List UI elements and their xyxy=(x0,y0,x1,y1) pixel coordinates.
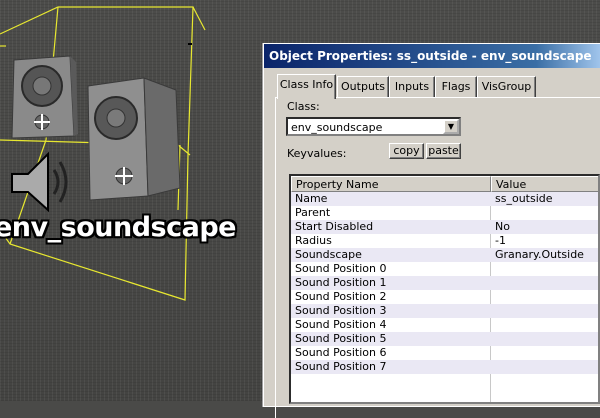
class-select-value: env_soundscape xyxy=(291,121,383,134)
keyvalues-label: Keyvalues: xyxy=(287,147,347,160)
speaker-model-right xyxy=(87,77,181,201)
property-name-cell: Soundscape xyxy=(295,248,362,261)
property-name-cell: Sound Position 2 xyxy=(295,290,387,303)
property-value-cell[interactable]: No xyxy=(495,220,510,234)
table-row[interactable]: Sound Position 6 xyxy=(291,346,598,360)
tab-flags[interactable]: Flags xyxy=(435,76,477,97)
class-select[interactable]: env_soundscape ▼ xyxy=(286,117,461,136)
table-row[interactable]: Sound Position 2 xyxy=(291,290,598,304)
tab-class-info[interactable]: Class Info xyxy=(277,74,336,99)
table-row[interactable]: Sound Position 0 xyxy=(291,262,598,276)
chevron-down-icon[interactable]: ▼ xyxy=(443,119,459,134)
property-name-cell: Sound Position 3 xyxy=(295,304,387,317)
table-row[interactable]: Sound Position 4 xyxy=(291,318,598,332)
table-row[interactable]: Start Disabled No xyxy=(291,220,598,234)
table-row[interactable]: Soundscape Granary.Outside xyxy=(291,248,598,262)
tab-label: Outputs xyxy=(341,80,385,93)
property-name-cell: Sound Position 7 xyxy=(295,360,387,373)
table-row[interactable]: Sound Position 7 xyxy=(291,360,598,374)
property-value-cell[interactable]: -1 xyxy=(495,234,506,248)
property-name-cell: Start Disabled xyxy=(295,220,374,233)
column-header-property-name[interactable]: Property Name xyxy=(291,176,491,192)
property-name-cell: Radius xyxy=(295,234,332,247)
property-name-cell: Sound Position 4 xyxy=(295,318,387,331)
copy-button[interactable]: copy xyxy=(389,143,424,159)
property-value-cell[interactable]: Granary.Outside xyxy=(495,248,584,262)
speaker-sound-icon xyxy=(11,151,68,213)
table-row[interactable]: Name ss_outside xyxy=(291,192,598,206)
property-name-cell: Name xyxy=(295,192,328,205)
property-name-cell: Parent xyxy=(295,206,331,219)
class-label: Class: xyxy=(287,100,320,113)
property-name-cell: Sound Position 1 xyxy=(295,276,387,289)
tab-outputs[interactable]: Outputs xyxy=(337,76,389,97)
tab-label: Inputs xyxy=(394,80,430,93)
table-row[interactable]: Radius -1 xyxy=(291,234,598,248)
property-name-cell: Sound Position 6 xyxy=(295,346,387,359)
tab-label: Flags xyxy=(441,80,471,93)
property-name-cell: Sound Position 5 xyxy=(295,332,387,345)
tab-visgroup[interactable]: VisGroup xyxy=(477,76,536,97)
dialog-title[interactable]: Object Properties: ss_outside - env_soun… xyxy=(264,44,600,68)
tab-inputs[interactable]: Inputs xyxy=(389,76,435,97)
table-row[interactable]: Parent xyxy=(291,206,598,220)
property-value-cell[interactable]: ss_outside xyxy=(495,192,553,206)
entity-name-label: env_soundscape xyxy=(0,212,236,243)
speaker-model-left xyxy=(11,55,78,139)
tab-label: VisGroup xyxy=(481,80,532,93)
property-name-cell: Sound Position 0 xyxy=(295,262,387,275)
paste-button[interactable]: paste xyxy=(426,143,461,159)
table-row[interactable]: Sound Position 5 xyxy=(291,332,598,346)
table-row[interactable]: Sound Position 3 xyxy=(291,304,598,318)
keyvalues-grid[interactable]: Property Name Value Name ss_outside Parent… xyxy=(289,174,600,404)
table-row[interactable]: Sound Position 1 xyxy=(291,276,598,290)
tab-label: Class Info xyxy=(279,78,334,91)
column-header-value[interactable]: Value xyxy=(491,176,598,192)
